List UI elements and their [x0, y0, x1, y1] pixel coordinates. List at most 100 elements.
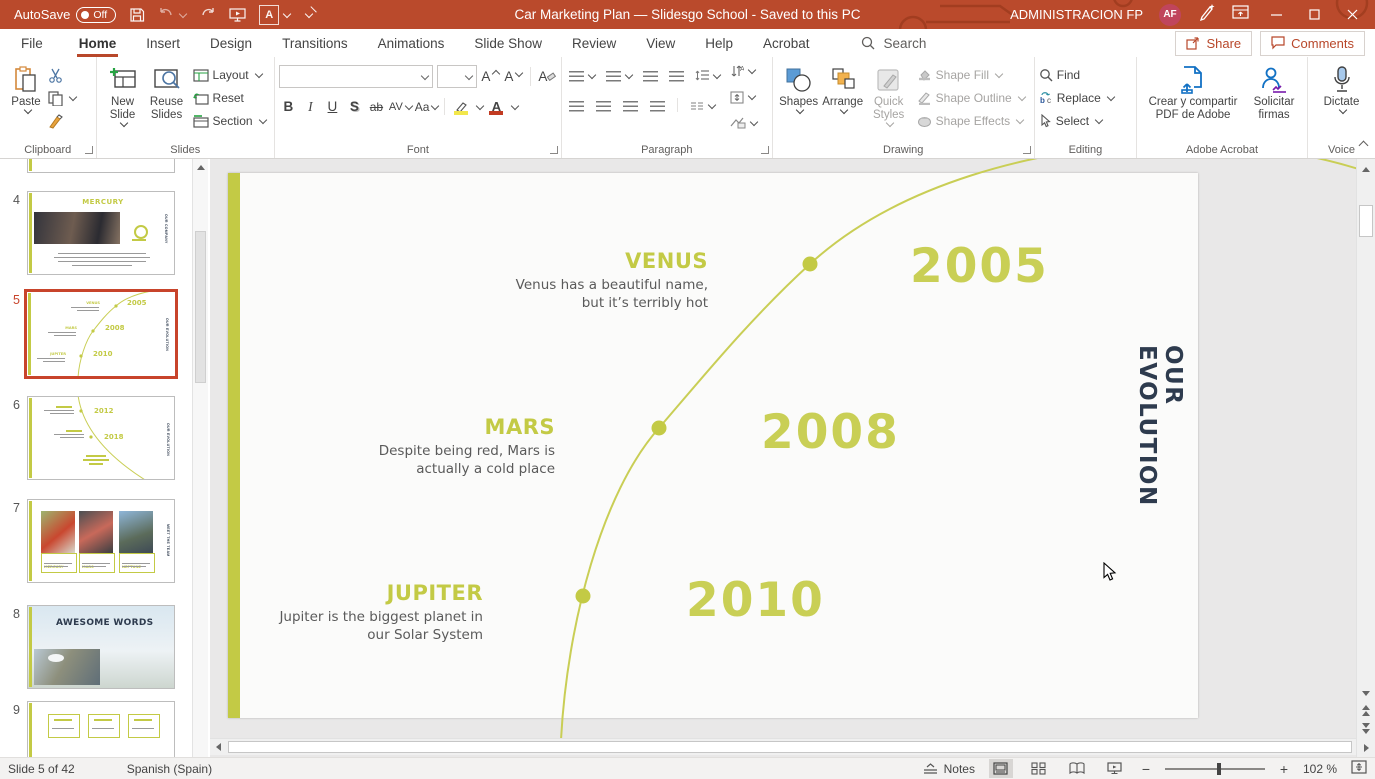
arrange-button[interactable]: Arrange	[821, 61, 865, 113]
italic-button[interactable]: I	[301, 96, 320, 117]
language-indicator[interactable]: Spanish (Spain)	[127, 762, 212, 776]
section-button[interactable]: Section	[193, 111, 266, 131]
horizontal-scroll-thumb[interactable]	[228, 741, 1352, 753]
previous-slide-button[interactable]	[1357, 702, 1375, 718]
bullets-button[interactable]	[566, 66, 598, 86]
line-spacing-button[interactable]	[692, 66, 723, 86]
planet-title-jupiter[interactable]: JUPITER	[233, 581, 483, 605]
tab-acrobat[interactable]: Acrobat	[748, 29, 825, 57]
create-pdf-button[interactable]: Crear y compartir PDF de Adobe	[1141, 61, 1245, 122]
planet-desc-mars[interactable]: Despite being red, Mars isactually a col…	[305, 443, 555, 479]
scroll-left-button[interactable]	[210, 739, 226, 755]
tab-file[interactable]: File	[0, 29, 64, 57]
planet-desc-jupiter[interactable]: Jupiter is the biggest planet inour Sola…	[233, 609, 483, 645]
next-slide-button[interactable]	[1357, 720, 1375, 736]
thumbnail-scrollbar-thumb[interactable]	[195, 231, 206, 383]
columns-button[interactable]	[687, 96, 718, 116]
coming-soon-button[interactable]	[1197, 3, 1216, 26]
strikethrough-button[interactable]: ab	[367, 96, 386, 117]
planet-title-venus[interactable]: VENUS	[408, 249, 708, 273]
customize-quick-access-button[interactable]	[303, 13, 312, 17]
find-button[interactable]: Find	[1039, 65, 1114, 85]
shape-outline-button[interactable]: Shape Outline	[917, 88, 1025, 108]
align-right-button[interactable]	[620, 96, 641, 116]
close-button[interactable]	[1341, 4, 1363, 26]
tab-design[interactable]: Design	[195, 29, 267, 57]
planet-desc-venus[interactable]: Venus has a beautiful name,but it’s terr…	[408, 277, 708, 313]
increase-indent-button[interactable]	[666, 66, 687, 86]
thumbnail-slide-8[interactable]: AWESOME WORDS	[27, 605, 175, 689]
thumbnail-slide-7[interactable]: MERCURY MARS NEPTUNE MEET THE TEAM	[27, 499, 175, 583]
select-button[interactable]: Select	[1039, 111, 1114, 131]
zoom-out-button[interactable]: −	[1141, 761, 1151, 777]
slide-canvas[interactable]: VENUS Venus has a beautiful name,but it’…	[210, 159, 1356, 738]
vertical-scroll-thumb[interactable]	[1359, 205, 1373, 237]
tab-help[interactable]: Help	[690, 29, 748, 57]
copy-button[interactable]	[48, 88, 76, 108]
year-2008[interactable]: 2008	[761, 405, 900, 460]
tab-review[interactable]: Review	[557, 29, 631, 57]
text-direction-button[interactable]: A	[727, 61, 760, 81]
slideshow-view-button[interactable]	[1103, 759, 1127, 778]
fit-slide-button[interactable]	[1351, 760, 1367, 777]
align-center-button[interactable]	[593, 96, 614, 116]
ribbon-display-options-button[interactable]	[1232, 5, 1249, 25]
reset-button[interactable]: Reset	[193, 88, 266, 108]
text-shadow-button[interactable]: S	[345, 96, 364, 117]
new-slide-button[interactable]: New Slide	[101, 61, 145, 126]
zoom-slider-thumb[interactable]	[1217, 763, 1221, 775]
clear-formatting-button[interactable]: A	[538, 66, 557, 87]
font-size-combo[interactable]	[437, 65, 477, 88]
shape-effects-button[interactable]: Shape Effects	[917, 111, 1025, 131]
scroll-down-button[interactable]	[1357, 685, 1375, 701]
shape-fill-button[interactable]: Shape Fill	[917, 65, 1025, 85]
zoom-slider[interactable]	[1165, 768, 1265, 770]
paste-button[interactable]: Paste	[4, 61, 48, 113]
normal-view-button[interactable]	[989, 759, 1013, 778]
dictate-button[interactable]: Dictate	[1320, 61, 1364, 113]
underline-button[interactable]: U	[323, 96, 342, 117]
thumbnail-slide-3-partial[interactable]	[27, 159, 175, 173]
request-signatures-button[interactable]: Solicitar firmas	[1245, 61, 1303, 122]
drawing-dialog-launcher[interactable]	[1023, 146, 1031, 154]
thumbnail-slide-4[interactable]: MERCURY OUR COMPANY	[27, 191, 175, 275]
paragraph-dialog-launcher[interactable]	[761, 146, 769, 154]
shapes-button[interactable]: Shapes	[777, 61, 821, 113]
scroll-up-button[interactable]	[1357, 161, 1375, 177]
tab-insert[interactable]: Insert	[131, 29, 195, 57]
font-dialog-launcher[interactable]	[550, 146, 558, 154]
decrease-indent-button[interactable]	[640, 66, 661, 86]
year-2010[interactable]: 2010	[686, 573, 825, 628]
thumbnail-scroll-up-button[interactable]	[193, 159, 208, 175]
clipboard-dialog-launcher[interactable]	[85, 146, 93, 154]
account-name[interactable]: ADMINISTRACION FP	[1010, 7, 1143, 22]
autosave-pill[interactable]: Off	[76, 7, 116, 23]
slide-indicator[interactable]: Slide 5 of 42	[8, 762, 75, 776]
maximize-button[interactable]	[1303, 4, 1325, 26]
thumbnail-panel-scrollbar[interactable]	[192, 159, 208, 757]
slide-sorter-view-button[interactable]	[1027, 759, 1051, 778]
search-box[interactable]: Search	[861, 36, 927, 51]
year-2005[interactable]: 2005	[910, 239, 1049, 294]
bold-button[interactable]: B	[279, 96, 298, 117]
tab-transitions[interactable]: Transitions	[267, 29, 363, 57]
comments-button[interactable]: Comments	[1260, 31, 1365, 56]
scroll-right-button[interactable]	[1357, 740, 1375, 756]
decrease-font-size-button[interactable]: A	[504, 66, 523, 87]
tab-animations[interactable]: Animations	[363, 29, 460, 57]
thumbnail-slide-5-selected[interactable]: 2005 2008 2010 VENUS MARS JUPITER OUR EV…	[24, 289, 178, 379]
start-from-beginning-button[interactable]	[229, 7, 246, 22]
vertical-scrollbar[interactable]	[1356, 159, 1375, 757]
slide-vertical-title[interactable]: OUR EVOLUTION	[1134, 345, 1186, 575]
character-spacing-button[interactable]: AV	[389, 96, 412, 117]
format-painter-button[interactable]	[48, 111, 76, 131]
thumbnail-slide-9[interactable]	[27, 701, 175, 757]
notes-button[interactable]: Notes	[923, 762, 975, 776]
planet-title-mars[interactable]: MARS	[305, 415, 555, 439]
autosave-toggle[interactable]: AutoSave Off	[14, 7, 116, 23]
reading-view-button[interactable]	[1065, 759, 1089, 778]
collapse-ribbon-button[interactable]	[1357, 138, 1367, 152]
zoom-level[interactable]: 102 %	[1303, 762, 1337, 776]
reuse-slides-button[interactable]: Reuse Slides	[145, 61, 189, 122]
justify-button[interactable]	[647, 96, 668, 116]
